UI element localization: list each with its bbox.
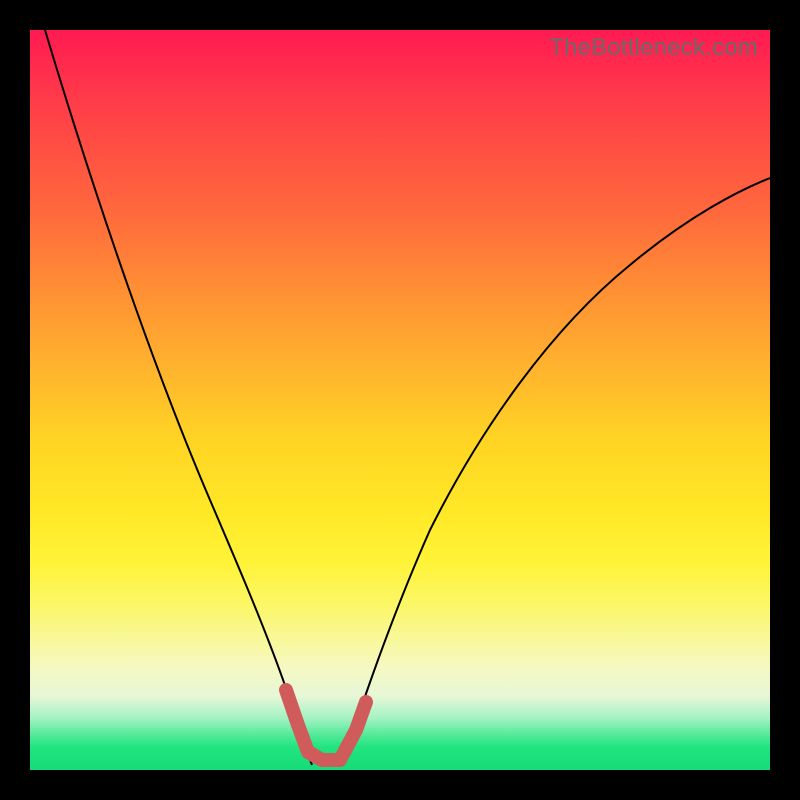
watermark-text: TheBottleneck.com <box>549 34 758 62</box>
highlight-marker-left <box>286 690 340 760</box>
chart-svg <box>30 30 770 770</box>
left-curve <box>45 30 312 765</box>
plot-area: TheBottleneck.com <box>30 30 770 770</box>
right-curve <box>342 178 770 765</box>
highlight-marker-right <box>340 702 366 760</box>
